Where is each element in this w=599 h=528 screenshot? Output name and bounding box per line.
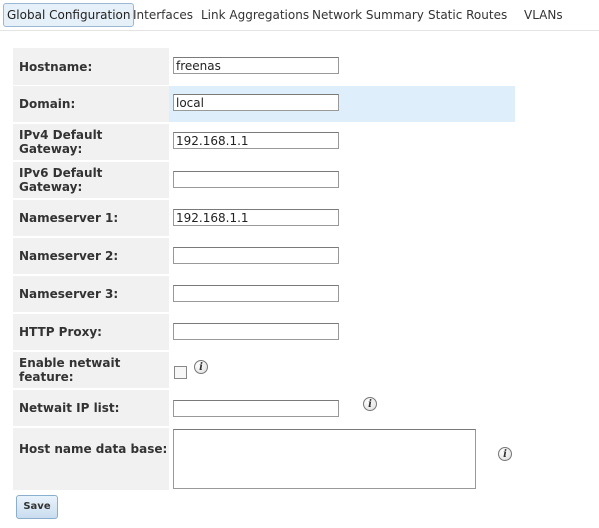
domain-label: Domain: bbox=[13, 86, 169, 122]
nameserver2-input[interactable] bbox=[173, 247, 339, 264]
netwait-ip-label: Netwait IP list: bbox=[13, 390, 169, 426]
ipv4-gateway-row: IPv4 Default Gateway: bbox=[13, 124, 515, 160]
netwait-enable-checkbox[interactable] bbox=[174, 366, 187, 379]
save-button[interactable]: Save bbox=[16, 495, 58, 519]
netwait-ip-input[interactable] bbox=[173, 400, 339, 417]
domain-input[interactable] bbox=[173, 94, 339, 111]
nameserver3-label: Nameserver 3: bbox=[13, 276, 169, 312]
netwait-enable-row: Enable netwait feature: bbox=[13, 352, 515, 388]
nameserver1-row: Nameserver 1: bbox=[13, 200, 515, 236]
tab-network-summary[interactable]: Network Summary bbox=[312, 4, 424, 26]
hosts-db-label: Host name data base: bbox=[13, 428, 169, 490]
netwait-enable-label: Enable netwait feature: bbox=[13, 352, 169, 388]
tab-link-aggregations[interactable]: Link Aggregations bbox=[201, 4, 309, 26]
nameserver3-input[interactable] bbox=[173, 285, 339, 302]
nameserver3-row: Nameserver 3: bbox=[13, 276, 515, 312]
nameserver1-input[interactable] bbox=[173, 209, 339, 226]
hostname-row: Hostname: bbox=[13, 48, 515, 85]
nameserver1-label: Nameserver 1: bbox=[13, 200, 169, 236]
hosts-db-textarea[interactable] bbox=[173, 429, 476, 489]
ipv6-gateway-input[interactable] bbox=[173, 171, 339, 188]
nameserver2-row: Nameserver 2: bbox=[13, 238, 515, 274]
hostname-input[interactable] bbox=[173, 57, 339, 74]
tab-bar: Global Configuration Interfaces Link Agg… bbox=[0, 0, 599, 31]
tab-interfaces[interactable]: Interfaces bbox=[133, 4, 193, 26]
domain-row: Domain: bbox=[13, 86, 515, 122]
info-icon[interactable]: i bbox=[363, 397, 377, 411]
http-proxy-label: HTTP Proxy: bbox=[13, 314, 169, 350]
ipv6-gateway-label: IPv6 Default Gateway: bbox=[13, 162, 169, 198]
nameserver2-label: Nameserver 2: bbox=[13, 238, 169, 274]
tab-global-configuration[interactable]: Global Configuration bbox=[3, 3, 135, 27]
http-proxy-input[interactable] bbox=[173, 323, 339, 340]
ipv6-gateway-row: IPv6 Default Gateway: bbox=[13, 162, 515, 198]
info-icon[interactable]: i bbox=[194, 360, 208, 374]
ipv4-gateway-label: IPv4 Default Gateway: bbox=[13, 124, 169, 160]
netwait-ip-row: Netwait IP list: bbox=[13, 390, 515, 426]
info-icon[interactable]: i bbox=[498, 447, 512, 461]
hostname-label: Hostname: bbox=[13, 48, 169, 85]
http-proxy-row: HTTP Proxy: bbox=[13, 314, 515, 350]
hosts-db-row: Host name data base: bbox=[13, 428, 515, 490]
tab-static-routes[interactable]: Static Routes bbox=[428, 4, 507, 26]
tab-vlans[interactable]: VLANs bbox=[524, 4, 563, 26]
ipv4-gateway-input[interactable] bbox=[173, 132, 339, 149]
